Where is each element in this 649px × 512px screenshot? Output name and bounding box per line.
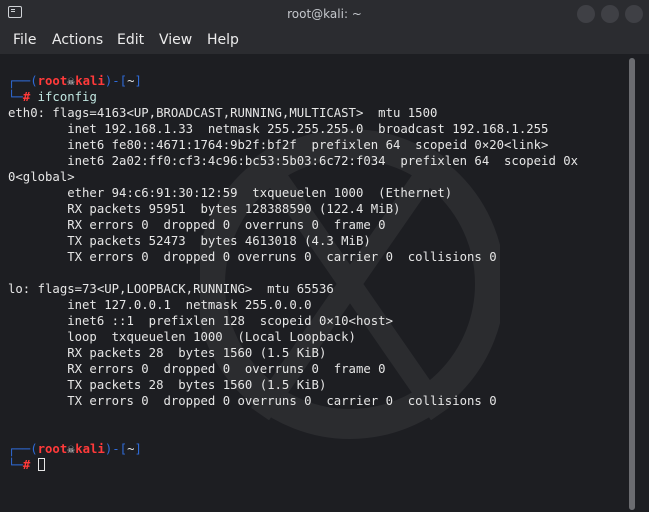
output-line: TX packets 52473 bytes 4613018 (4.3 MiB) [8, 234, 371, 248]
menu-edit[interactable]: Edit [117, 32, 144, 48]
output-line: RX packets 95951 bytes 128388590 (122.4 … [8, 202, 401, 216]
prompt-user: root [37, 74, 68, 88]
command-text: ifconfig [37, 90, 97, 104]
menu-actions[interactable]: Actions [52, 32, 103, 48]
output-line: inet6 2a02:ff0:cf3:4c96:bc53:5b03:6c72:f… [8, 154, 579, 168]
menu-view[interactable]: View [159, 32, 192, 48]
output-line: RX packets 28 bytes 1560 (1.5 KiB) [8, 346, 327, 360]
terminal-area[interactable]: ┌──(root☠kali)-[~] └─# ifconfig eth0: fl… [0, 54, 649, 512]
prompt-user: root [37, 442, 68, 456]
prompt-path: ~ [127, 442, 135, 456]
output-line: RX errors 0 dropped 0 overruns 0 frame 0 [8, 362, 386, 376]
prompt-path: ~ [127, 74, 135, 88]
output-line: TX errors 0 dropped 0 overruns 0 carrier… [8, 250, 497, 264]
menu-file[interactable]: File [13, 32, 36, 48]
output-line: TX packets 28 bytes 1560 (1.5 KiB) [8, 378, 327, 392]
prompt-host: kali [75, 442, 105, 456]
output-line: inet 192.168.1.33 netmask 255.255.255.0 … [8, 122, 549, 136]
minimize-button[interactable] [577, 5, 595, 23]
output-line: RX errors 0 dropped 0 overruns 0 frame 0 [8, 218, 386, 232]
output-line: lo: flags=73<UP,LOOPBACK,RUNNING> mtu 65… [8, 282, 334, 296]
output-line: ether 94:c6:91:30:12:59 txqueuelen 1000 … [8, 186, 453, 200]
output-line: inet 127.0.0.1 netmask 255.0.0.0 [8, 298, 312, 312]
output-line: eth0: flags=4163<UP,BROADCAST,RUNNING,MU… [8, 106, 438, 120]
block-cursor [37, 458, 45, 471]
menu-help[interactable]: Help [207, 32, 239, 48]
prompt-line-2: ┌──(root☠kali)-[~] [8, 442, 142, 456]
maximize-button[interactable] [601, 5, 619, 23]
output-line: inet6 fe80::4671:1764:9b2f:bf2f prefixle… [8, 138, 549, 152]
scrollbar-thumb[interactable] [629, 58, 635, 510]
window-titlebar[interactable]: root@kali: ~ [0, 0, 649, 28]
output-line: 0<global> [8, 170, 75, 184]
command-line-1: └─# ifconfig [8, 90, 97, 104]
prompt-host: kali [75, 74, 105, 88]
output-line: TX errors 0 dropped 0 overruns 0 carrier… [8, 394, 497, 408]
window-title: root@kali: ~ [287, 7, 362, 21]
close-button[interactable] [625, 5, 643, 23]
vertical-scrollbar[interactable] [629, 58, 635, 510]
command-line-2[interactable]: └─# [8, 457, 45, 473]
output-line: inet6 ::1 prefixlen 128 scopeid 0×10<hos… [8, 314, 393, 328]
prompt-line-1: ┌──(root☠kali)-[~] [8, 74, 142, 88]
menu-bar: File Actions Edit View Help [0, 28, 649, 54]
output-line: loop txqueuelen 1000 (Local Loopback) [8, 330, 356, 344]
